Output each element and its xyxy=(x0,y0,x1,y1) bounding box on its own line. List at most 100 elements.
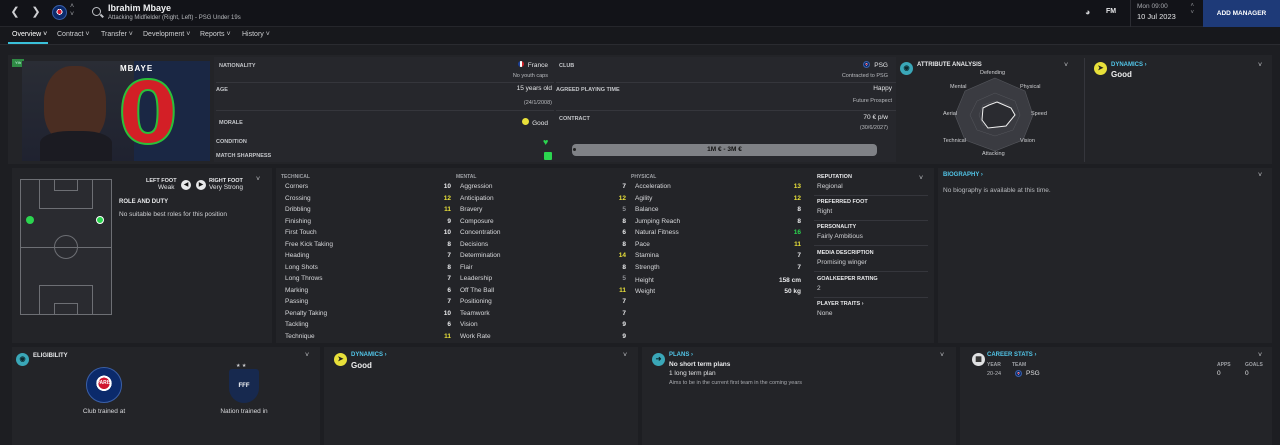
search-icon[interactable] xyxy=(92,7,101,16)
divider xyxy=(556,82,896,83)
value-range-bar[interactable]: 1M € - 3M € xyxy=(572,144,877,156)
back-arrow-icon[interactable]: ❮ xyxy=(8,5,22,19)
attribute-row[interactable]: Composure 8 xyxy=(460,218,626,230)
plans-line3: Aims to be in the current first team in … xyxy=(669,380,802,386)
attribute-row[interactable]: Finishing 9 xyxy=(285,218,451,230)
chevron-down-icon[interactable]: ˅ xyxy=(1258,172,1262,179)
attribute-value: 10 xyxy=(443,183,451,190)
player-subtitle: Attacking Midfielder (Right, Left) - PSG… xyxy=(108,15,241,21)
attribute-row[interactable]: Aggression 7 xyxy=(460,183,626,195)
attribute-row[interactable]: Long Throws 7 xyxy=(285,275,451,287)
attribute-row[interactable]: Long Shots 8 xyxy=(285,264,451,276)
attribute-row[interactable]: Penalty Taking 10 xyxy=(285,310,451,322)
profile-value: 2 xyxy=(817,285,821,292)
attribute-row[interactable]: Corners 10 xyxy=(285,183,451,195)
fm-logo[interactable]: FM xyxy=(1106,8,1116,15)
tab-development[interactable]: Development ˅ xyxy=(143,31,190,38)
attribute-name: Stamina xyxy=(635,252,659,259)
attribute-row[interactable]: Technique 11 xyxy=(285,333,451,345)
attribute-row[interactable]: Agility 12 xyxy=(635,195,801,207)
attribute-row[interactable]: Vision 9 xyxy=(460,321,626,333)
career-team[interactable]: PSG xyxy=(1026,370,1040,377)
attribute-name: Leadership xyxy=(460,275,493,282)
divider xyxy=(216,82,554,83)
chevron-down-icon[interactable]: ˅ xyxy=(305,352,309,359)
attribute-row[interactable]: Teamwork 7 xyxy=(460,310,626,322)
physical-header: PHYSICAL xyxy=(631,174,657,180)
attribute-row[interactable]: Free Kick Taking 8 xyxy=(285,241,451,253)
club-crest-icon[interactable] xyxy=(52,5,67,20)
attribute-row[interactable]: Bravery 5 xyxy=(460,206,626,218)
tab-label: Overview xyxy=(12,31,42,38)
position-dot-left[interactable] xyxy=(26,216,34,224)
attribute-name: Free Kick Taking xyxy=(285,240,333,248)
profile-value: Right xyxy=(817,208,833,215)
attribute-row[interactable]: Pace 11 xyxy=(635,241,801,253)
add-manager-button[interactable]: ADD MANAGER xyxy=(1203,0,1280,27)
attribute-row[interactable]: Work Rate 9 xyxy=(460,333,626,345)
attribute-name: Bravery xyxy=(460,206,483,213)
attribute-row[interactable]: Anticipation 12 xyxy=(460,195,626,207)
profile-label[interactable]: PLAYER TRAITS › xyxy=(817,301,864,307)
chevron-down-icon[interactable]: ˅ xyxy=(1064,62,1068,69)
attribute-row[interactable]: Leadership 5 xyxy=(460,275,626,287)
tab-history[interactable]: History ˅ xyxy=(242,31,270,38)
chevron-down-icon[interactable]: ˅ xyxy=(1258,352,1262,359)
attribute-row[interactable]: Concentration 6 xyxy=(460,229,626,241)
forward-arrow-icon[interactable]: ❯ xyxy=(29,5,43,19)
club-sub: Contracted to PSG xyxy=(841,73,888,79)
tab-reports[interactable]: Reports ˅ xyxy=(200,31,231,38)
attribute-value: 12 xyxy=(443,194,451,202)
attribute-row[interactable]: Acceleration 13 xyxy=(635,183,801,195)
globe-icon[interactable]: ◕ xyxy=(1085,7,1090,17)
attribute-row[interactable]: Flair 8 xyxy=(460,264,626,276)
attribute-row[interactable]: Positioning 7 xyxy=(460,298,626,310)
attribute-row[interactable]: Natural Fitness 16 xyxy=(635,229,801,241)
attribute-row[interactable]: Strength 7 xyxy=(635,264,801,276)
attribute-row[interactable]: First Touch 10 xyxy=(285,229,451,241)
dynamics-bottom-title[interactable]: DYNAMICS › xyxy=(351,352,387,358)
attribute-row[interactable]: Tackling 6 xyxy=(285,321,451,333)
value-marker xyxy=(573,148,576,151)
attribute-value: 8 xyxy=(622,263,626,271)
attribute-row[interactable]: Determination 14 xyxy=(460,252,626,264)
profile-value: Fairly Ambitious xyxy=(817,233,863,240)
chevron-down-icon[interactable]: ˅ xyxy=(1258,62,1262,69)
attribute-row[interactable]: Dribbling 11 xyxy=(285,206,451,218)
career-stats-title[interactable]: CAREER STATS › xyxy=(987,352,1036,358)
attribute-row[interactable]: Stamina 7 xyxy=(635,252,801,264)
attribute-row[interactable]: Marking 6 xyxy=(285,287,451,299)
position-dot-right[interactable] xyxy=(96,216,104,224)
biography-title[interactable]: BIOGRAPHY › xyxy=(943,172,983,178)
attribute-row[interactable]: Heading 7 xyxy=(285,252,451,264)
date-box[interactable]: Mon 09:00 10 Jul 2023 ˄ ˅ xyxy=(1130,0,1198,27)
attribute-value: 10 xyxy=(443,229,451,236)
chevron-down-icon[interactable]: ˅ xyxy=(623,352,627,359)
attribute-row[interactable]: Jumping Reach 8 xyxy=(635,218,801,230)
chevron-down-icon[interactable]: ˅ xyxy=(256,176,260,183)
attribute-row[interactable]: Decisions 8 xyxy=(460,241,626,253)
tab-label: History xyxy=(242,31,264,38)
sharpness-label: MATCH SHARPNESS xyxy=(216,153,272,159)
chevron-updown-icon[interactable]: ˄ ˅ xyxy=(70,3,74,19)
chevron-down-icon[interactable]: ˅ xyxy=(940,352,944,359)
attribute-value: 7 xyxy=(447,275,451,282)
dynamics-title[interactable]: DYNAMICS › xyxy=(1111,62,1147,68)
attribute-value: 11 xyxy=(444,332,451,340)
attribute-row[interactable]: Crossing 12 xyxy=(285,195,451,207)
attribute-row[interactable]: Balance 8 xyxy=(635,206,801,218)
chevron-down-icon[interactable]: ˅ xyxy=(919,175,923,182)
attribute-row[interactable]: Off The Ball 11 xyxy=(460,287,626,299)
radar-label-physical: Physical xyxy=(1020,84,1041,90)
club-badge-text: PARIS xyxy=(96,380,112,386)
tab-transfer[interactable]: Transfer ˅ xyxy=(101,31,133,38)
nationality-value[interactable]: France xyxy=(470,61,548,69)
tab-contract[interactable]: Contract ˅ xyxy=(57,31,90,38)
club-value[interactable]: PSG xyxy=(800,61,888,69)
age-label: AGE xyxy=(216,87,228,93)
attribute-value: 9 xyxy=(622,332,626,340)
morale-value[interactable]: Good xyxy=(470,118,548,127)
attribute-row[interactable]: Passing 7 xyxy=(285,298,451,310)
tab-overview[interactable]: Overview ˅ xyxy=(12,31,47,38)
plans-title[interactable]: PLANS › xyxy=(669,352,693,358)
